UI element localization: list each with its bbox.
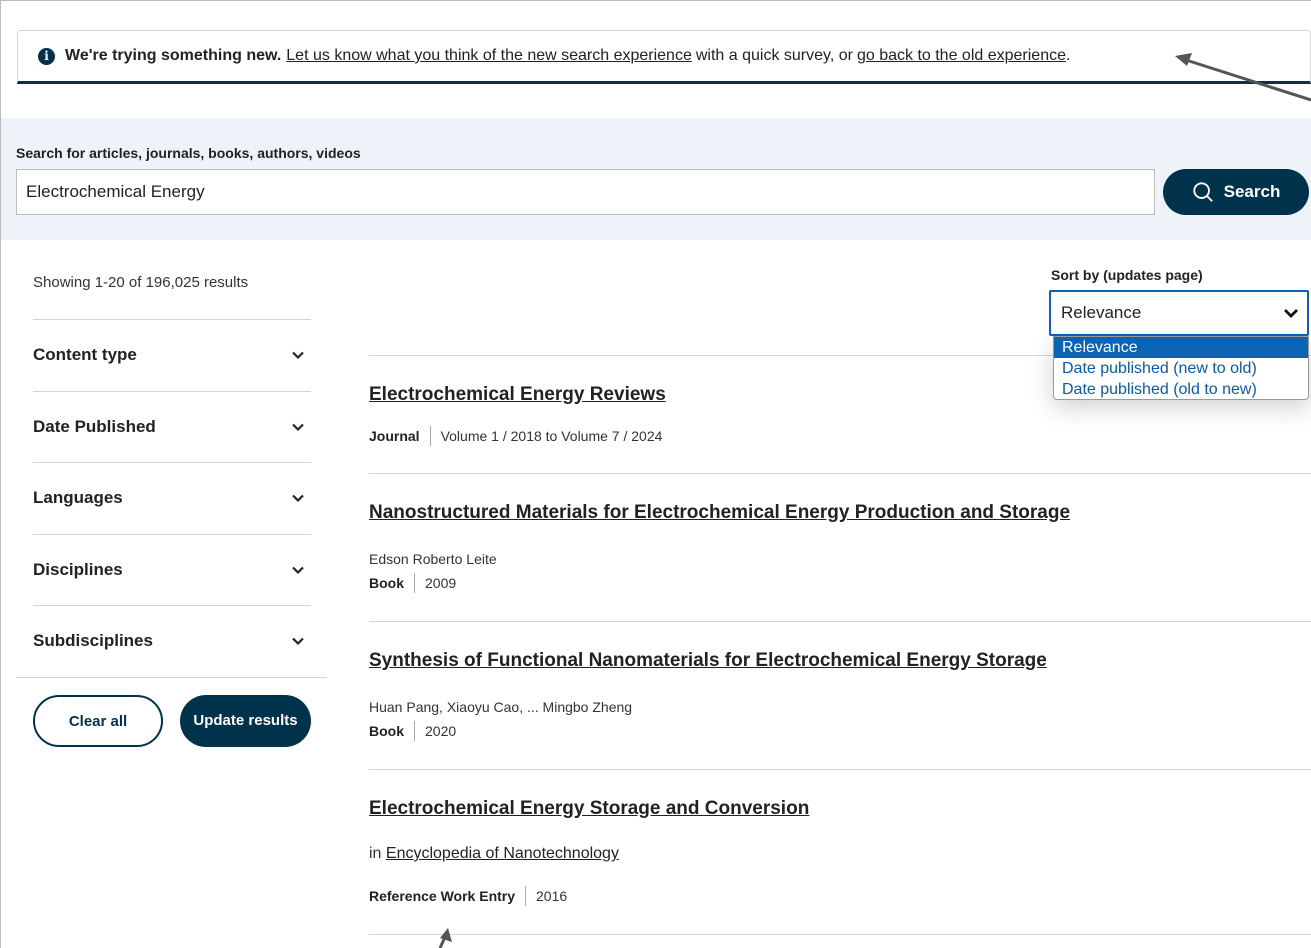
- meta-separator: [414, 573, 415, 593]
- filter-label: Disciplines: [33, 559, 123, 579]
- results-count: Showing 1-20 of 196,025 results: [33, 274, 249, 291]
- search-icon: [1193, 182, 1213, 202]
- search-input[interactable]: [16, 169, 1155, 215]
- result-type: Book: [369, 575, 404, 591]
- search-label: Search for articles, journals, books, au…: [16, 145, 361, 161]
- encyclopedia-link[interactable]: Encyclopedia of Nanotechnology: [386, 845, 619, 862]
- result-meta: Book 2020: [369, 721, 456, 741]
- clear-all-button[interactable]: Clear all: [33, 695, 163, 747]
- search-button-label: Search: [1223, 182, 1281, 201]
- result-meta: Book 2009: [369, 573, 456, 593]
- result-detail: 2020: [425, 723, 457, 739]
- chevron-down-icon: [292, 423, 304, 431]
- meta-separator: [414, 721, 415, 741]
- chevron-down-icon: [292, 637, 304, 646]
- chevron-down-icon: [292, 494, 304, 503]
- meta-separator: [525, 886, 527, 906]
- filter-label: Content type: [33, 345, 137, 365]
- old-experience-link[interactable]: go back to the old experience: [857, 47, 1066, 65]
- info-icon: i: [38, 47, 55, 65]
- filter-label: Languages: [33, 488, 123, 508]
- filter-subdisciplines[interactable]: Subdisciplines: [33, 605, 311, 677]
- filter-date-published[interactable]: Date Published: [33, 390, 311, 463]
- result-detail: 2016: [536, 888, 568, 904]
- filter-divider: [16, 677, 327, 678]
- sort-selected-value: Relevance: [1061, 303, 1142, 322]
- result-title[interactable]: Synthesis of Functional Nanomaterials fo…: [369, 650, 1047, 672]
- result-item: Nanostructured Materials for Electrochem…: [369, 473, 1311, 621]
- result-type: Journal: [369, 428, 420, 444]
- result-type: Book: [369, 723, 404, 739]
- filter-languages[interactable]: Languages: [33, 462, 311, 534]
- sort-option-relevance[interactable]: Relevance: [1054, 337, 1308, 358]
- result-authors: Edson Roberto Leite: [369, 551, 497, 567]
- result-title[interactable]: Nanostructured Materials for Electrochem…: [369, 502, 1070, 524]
- sort-dropdown-menu: Relevance Date published (new to old) Da…: [1053, 336, 1309, 400]
- banner-bold: We're trying something new.: [65, 47, 282, 64]
- update-results-button[interactable]: Update results: [180, 695, 311, 747]
- sort-label: Sort by (updates page): [1051, 267, 1203, 283]
- sort-option-new-to-old[interactable]: Date published (new to old): [1054, 358, 1308, 379]
- results-list: Electrochemical Energy Reviews Journal V…: [369, 355, 1311, 935]
- chevron-down-icon: [292, 351, 304, 360]
- filter-list: Content type Date Published Languages Di…: [33, 319, 311, 677]
- search-button[interactable]: Search: [1163, 169, 1309, 215]
- in-prefix: in: [369, 845, 382, 862]
- result-item: Synthesis of Functional Nanomaterials fo…: [369, 621, 1311, 769]
- result-detail: 2009: [425, 575, 457, 591]
- result-title[interactable]: Electrochemical Energy Reviews: [369, 384, 666, 406]
- result-authors: Huan Pang, Xiaoyu Cao, ... Mingbo Zheng: [369, 699, 633, 715]
- result-meta: Reference Work Entry 2016: [369, 886, 567, 906]
- result-type: Reference Work Entry: [369, 888, 516, 904]
- banner-mid: with a quick survey, or: [695, 47, 853, 64]
- result-meta: Journal Volume 1 / 2018 to Volume 7 / 20…: [369, 426, 662, 446]
- sort-select[interactable]: Relevance: [1049, 290, 1309, 336]
- feedback-banner: i We're trying something new. Let us kno…: [17, 30, 1311, 84]
- sort-option-old-to-new[interactable]: Date published (old to new): [1054, 379, 1308, 400]
- filter-disciplines[interactable]: Disciplines: [33, 533, 311, 606]
- filter-label: Date Published: [33, 416, 156, 436]
- filter-content-type[interactable]: Content type: [33, 319, 311, 391]
- banner-end: .: [1065, 47, 1071, 64]
- meta-separator: [429, 426, 431, 446]
- result-title[interactable]: Electrochemical Energy Storage and Conve…: [369, 798, 809, 820]
- result-in-ref: in Encyclopedia of Nanotechnology: [369, 845, 619, 863]
- result-item: Electrochemical Energy Storage and Conve…: [369, 769, 1311, 935]
- survey-link[interactable]: Let us know what you think of the new se…: [286, 47, 692, 65]
- chevron-down-icon: [292, 566, 304, 574]
- filter-label: Subdisciplines: [33, 631, 153, 651]
- chevron-down-icon: [1284, 309, 1298, 318]
- result-detail: Volume 1 / 2018 to Volume 7 / 2024: [440, 428, 663, 444]
